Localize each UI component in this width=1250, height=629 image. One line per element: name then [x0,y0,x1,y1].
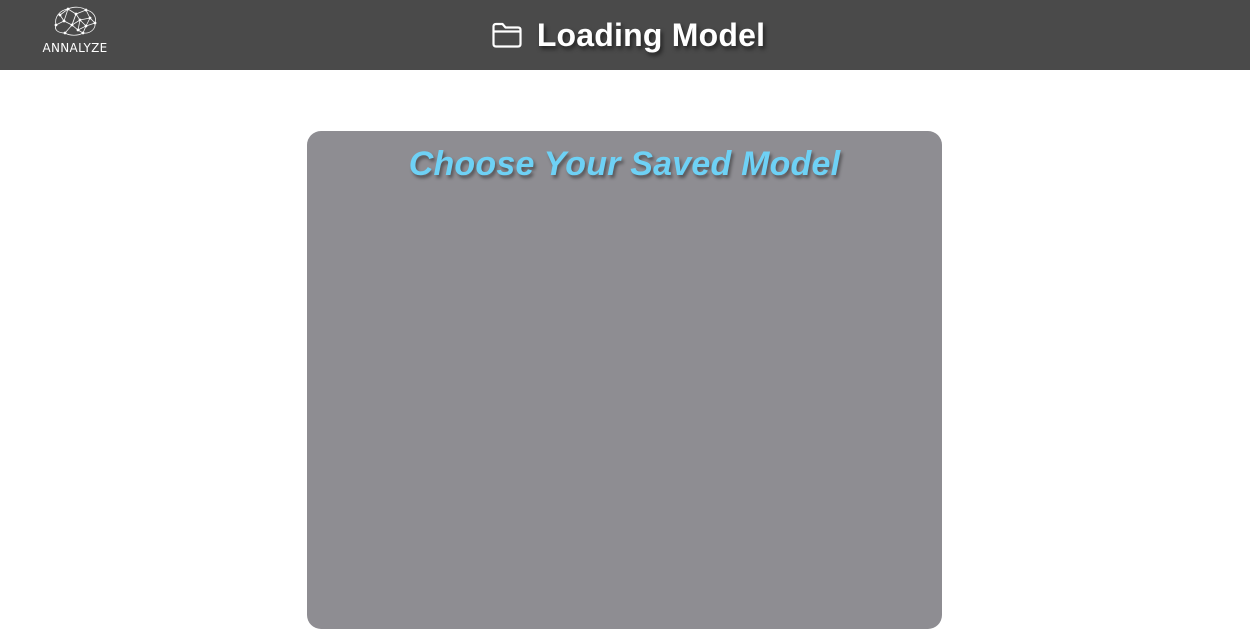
page-title: Loading Model [536,16,766,53]
saved-models-panel: Choose Your Saved Model [307,131,942,629]
top-navigation-bar: ANNALYZE Loading Model [0,0,1250,70]
saved-model-list[interactable] [327,201,922,611]
panel-title: Choose Your Saved Model [408,145,841,183]
folder-icon [491,21,523,49]
page-header: Loading Model [0,0,1250,70]
